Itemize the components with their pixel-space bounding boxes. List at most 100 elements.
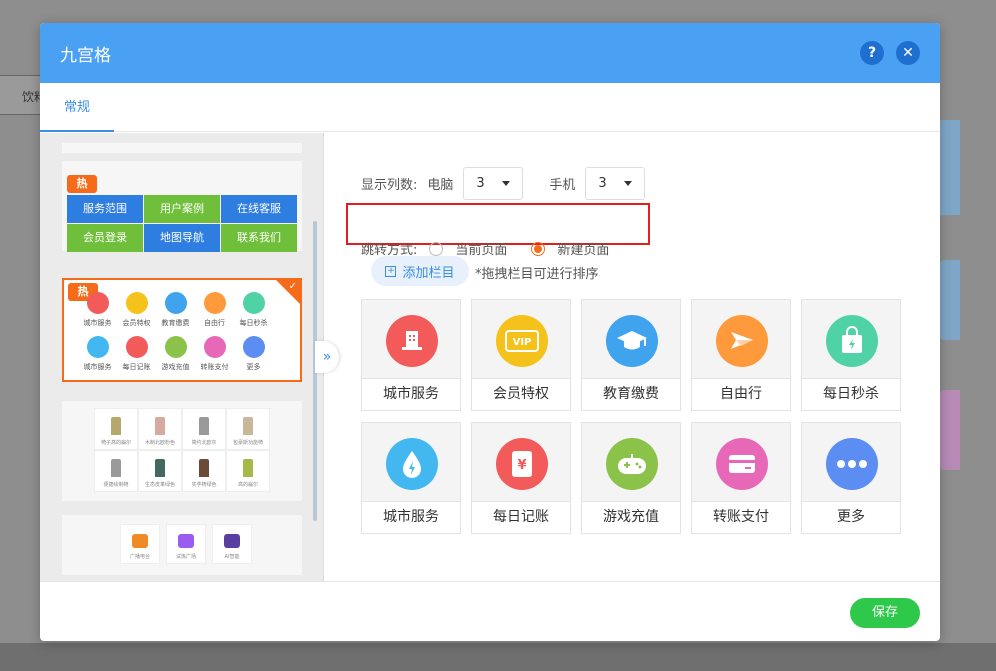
- template3-product-label: 生态皮革绿色: [144, 482, 175, 488]
- mobile-columns-value: 3: [598, 176, 607, 191]
- template-thumb-partial[interactable]: [62, 143, 302, 153]
- template2-item-label: 城市服务: [83, 363, 112, 371]
- template4-grid: 广播电台 试炼广场 AI智能: [120, 524, 252, 564]
- grid-item-label: 城市服务: [362, 501, 460, 533]
- grid-item-label: 更多: [802, 501, 900, 533]
- template-thumb-cards[interactable]: 广播电台 试炼广场 AI智能: [62, 515, 302, 575]
- template1-cell: 服务范围: [67, 195, 143, 223]
- template3-product: 木制北欧粉色: [138, 408, 182, 450]
- tab-general[interactable]: 常规: [40, 83, 114, 132]
- grid-item[interactable]: 每日秒杀: [801, 299, 901, 411]
- template3-product-label: 椅子高的扁尔: [100, 440, 131, 446]
- template4-card-label: AI智能: [224, 554, 240, 560]
- grid-item-label: 游戏充值: [582, 501, 680, 533]
- template2-grid: 城市服务 会员特权 教育缴费 自由行 每日秒杀 城市服务 每日记账 游戏充值 转账支付 更多: [78, 292, 273, 372]
- grid-item[interactable]: 转账支付: [691, 422, 791, 534]
- template3-product-label: 包豪斯功能椅: [232, 440, 263, 446]
- save-button[interactable]: 保存: [850, 598, 920, 628]
- template4-card-label: 广播电台: [129, 554, 150, 560]
- mini-icon: [242, 336, 265, 358]
- template4-card: AI智能: [212, 524, 252, 564]
- help-button[interactable]: ?: [860, 41, 884, 65]
- checkmark-icon: ✓: [288, 281, 297, 292]
- template1-cell: 在线客服: [221, 195, 297, 223]
- template2-item: 转账支付: [195, 336, 234, 372]
- template3-product-label: 实芋椅绿色: [191, 482, 217, 488]
- add-column-button[interactable]: + 添加栏目: [371, 256, 469, 286]
- mini-icon: [164, 292, 187, 314]
- more-dots-icon: [826, 438, 878, 490]
- dialog-header: 九宫格 ? ✕: [40, 23, 940, 83]
- template3-product: 便捷绘制椅: [94, 450, 138, 492]
- template2-item-label: 教育缴费: [161, 319, 190, 327]
- pc-columns-select[interactable]: 3: [463, 167, 524, 200]
- gamepad-icon: [606, 438, 658, 490]
- grid-item-label: 城市服务: [362, 378, 460, 410]
- template2-item-label: 自由行: [204, 319, 225, 327]
- add-column-label: 添加栏目: [402, 265, 455, 281]
- mobile-label: 手机: [549, 178, 576, 193]
- template4-card: 试炼广场: [166, 524, 206, 564]
- chair-image: [199, 459, 209, 477]
- template3-product-label: 高的扁尔: [237, 482, 258, 488]
- mini-icon: [242, 292, 265, 314]
- template2-item: 每日记账: [117, 336, 156, 372]
- paper-plane-icon: [716, 315, 768, 367]
- grid-item[interactable]: 自由行: [691, 299, 791, 411]
- chevron-down-icon: [624, 181, 633, 186]
- chair-image: [243, 459, 253, 477]
- card-image: [178, 534, 194, 548]
- grid-item-label: 自由行: [692, 378, 790, 410]
- grid-item[interactable]: 游戏充值: [581, 422, 681, 534]
- shopping-bag-icon: [826, 315, 878, 367]
- chair-image: [155, 459, 165, 477]
- grid-settings-dialog: 九宫格 ? ✕ 常规 热 服务范围 用户案例 在线客服 会员登录 地图导航 联系我们 热 …: [40, 23, 940, 641]
- chair-image: [243, 417, 253, 435]
- grid-item[interactable]: 城市服务: [361, 422, 461, 534]
- building-icon: [386, 315, 438, 367]
- template1-cell: 联系我们: [221, 224, 297, 252]
- grid-item-label: 会员特权: [472, 378, 570, 410]
- sort-hint: *拖拽栏目可进行排序: [475, 267, 599, 282]
- svg-text:VIP: VIP: [513, 337, 532, 348]
- yen-ticket-icon: ¥: [496, 438, 548, 490]
- template1-cell: 用户案例: [144, 195, 220, 223]
- template2-item: 自由行: [195, 292, 234, 328]
- template-preview-panel[interactable]: 热 服务范围 用户案例 在线客服 会员登录 地图导航 联系我们 热 ✓ 城市服务 会员特权 教…: [40, 133, 324, 581]
- template-thumb-blocks[interactable]: 热 服务范围 用户案例 在线客服 会员登录 地图导航 联系我们: [62, 161, 302, 252]
- template3-grid: 椅子高的扁尔 木制北欧粉色 简约北欧灰 包豪斯功能椅便捷绘制椅 生态皮革绿色 实芋椅绿色 高…: [94, 408, 270, 492]
- grid-item[interactable]: VIP 会员特权: [471, 299, 571, 411]
- radio-new-page[interactable]: 新建页面: [531, 239, 609, 258]
- mobile-columns-select[interactable]: 3: [585, 167, 646, 200]
- grid-item[interactable]: ¥ 每日记账: [471, 422, 571, 534]
- chair-image: [111, 417, 121, 435]
- template-thumb-products[interactable]: 椅子高的扁尔 木制北欧粉色 简约北欧灰 包豪斯功能椅便捷绘制椅 生态皮革绿色 实芋椅绿色 高…: [62, 401, 302, 501]
- template2-item: 更多: [234, 336, 273, 372]
- template2-item-label: 会员特权: [122, 319, 151, 327]
- card-image: [132, 534, 148, 548]
- grid-item-label: 教育缴费: [582, 378, 680, 410]
- radio-circle[interactable]: [429, 241, 444, 256]
- template-thumb-icons-selected[interactable]: 热 ✓ 城市服务 会员特权 教育缴费 自由行 每日秒杀 城市服务 每日记账 游戏充值 转账支付更…: [62, 278, 302, 382]
- template3-product: 椅子高的扁尔: [94, 408, 138, 450]
- grid-item-label: 转账支付: [692, 501, 790, 533]
- template2-item: 城市服务: [78, 336, 117, 372]
- mini-icon: [203, 336, 226, 358]
- close-button[interactable]: ✕: [896, 41, 920, 65]
- template2-item-label: 每日秒杀: [239, 319, 268, 327]
- grid-item[interactable]: 城市服务: [361, 299, 461, 411]
- plus-icon: +: [385, 265, 397, 277]
- grid-item[interactable]: 教育缴费: [581, 299, 681, 411]
- card-icon: [716, 438, 768, 490]
- svg-text:¥: ¥: [517, 458, 526, 473]
- pc-label: 电脑: [427, 178, 454, 193]
- template3-product-label: 简约北欧灰: [191, 440, 217, 446]
- water-drop-icon: [386, 438, 438, 490]
- template3-product: 生态皮革绿色: [138, 450, 182, 492]
- columns-row: 显示列数: 电脑 3 手机 3: [361, 167, 646, 200]
- mini-icon: [203, 292, 226, 314]
- template1-cell: 地图导航: [144, 224, 220, 252]
- grid-item[interactable]: 更多: [801, 422, 901, 534]
- template2-item-label: 转账支付: [200, 363, 229, 371]
- radio-circle-selected[interactable]: [531, 241, 546, 256]
